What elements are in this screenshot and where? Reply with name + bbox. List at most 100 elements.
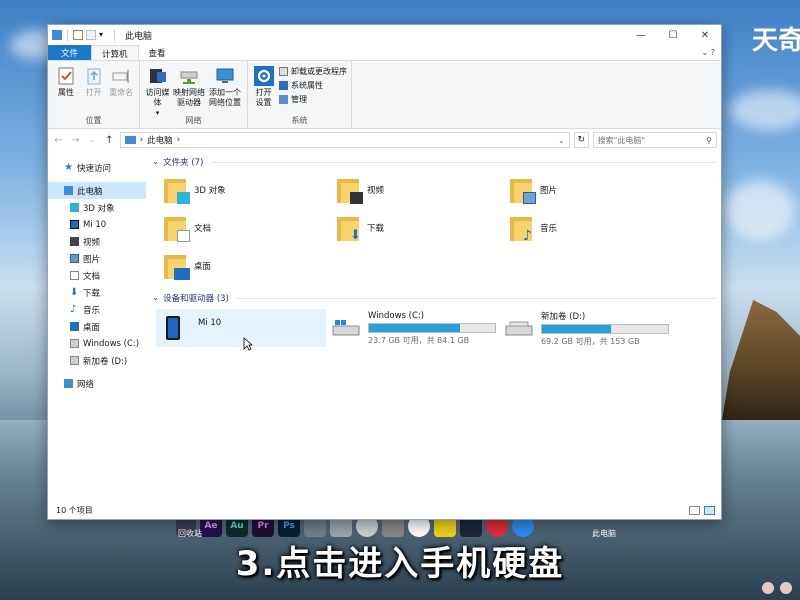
up-arrow-icon[interactable]: ↑: [103, 135, 116, 146]
back-arrow-icon[interactable]: ←: [52, 135, 65, 146]
devices-section-header[interactable]: ⌄ 设备和驱动器 (3): [152, 291, 721, 305]
tiles-view-icon[interactable]: [704, 505, 715, 515]
cube-icon: [177, 192, 190, 204]
folder-videos[interactable]: 视频: [337, 171, 510, 209]
windows-drive-icon: [70, 339, 79, 348]
nav-label: 桌面: [83, 322, 101, 333]
nav-label: 快速访问: [77, 163, 112, 174]
view-toggle: [689, 505, 715, 515]
divider: [236, 297, 715, 299]
folder-desktop[interactable]: 桌面: [164, 247, 337, 285]
details-view-icon[interactable]: [689, 505, 700, 515]
drive-usage-text: 23.7 GB 可用，共 84.1 GB: [368, 335, 470, 345]
nav-documents[interactable]: 文档: [48, 267, 146, 284]
tab-file[interactable]: 文件: [48, 45, 92, 60]
divider: [211, 161, 715, 163]
manage-button[interactable]: 管理: [279, 94, 347, 105]
drive-d[interactable]: 新加卷 (D:) 69.2 GB 可用，共 153 GB: [499, 309, 672, 347]
properties-quick-icon[interactable]: [73, 30, 83, 40]
film-icon: [350, 192, 363, 204]
breadcrumb-chevron-icon[interactable]: ›: [140, 135, 143, 145]
nav-quick-access[interactable]: ★ 快速访问: [48, 159, 146, 176]
nav-network[interactable]: 网络: [48, 375, 146, 392]
nav-label: 3D 对象: [83, 203, 115, 214]
nav-desktop[interactable]: 桌面: [48, 318, 146, 335]
nav-mi10[interactable]: Mi 10: [48, 216, 146, 233]
folder-label: 文档: [194, 224, 212, 234]
divider: [67, 29, 68, 41]
device-mi10[interactable]: Mi 10: [156, 309, 326, 347]
this-pc-icon: [64, 186, 73, 195]
forward-arrow-icon[interactable]: →: [69, 135, 82, 146]
nav-downloads[interactable]: ⬇ 下载: [48, 284, 146, 301]
drive-c[interactable]: Windows (C:) 23.7 GB 可用，共 84.1 GB: [326, 309, 499, 347]
nav-label: 网络: [77, 379, 95, 390]
this-pc-icon: [124, 136, 136, 144]
folder-music[interactable]: ♪ 音乐: [510, 209, 683, 247]
folder-pictures[interactable]: 图片: [510, 171, 683, 209]
folder-3d-objects[interactable]: 3D 对象: [164, 171, 337, 209]
media-icon: [149, 69, 166, 83]
nav-label: 此电脑: [77, 186, 103, 197]
nav-pictures[interactable]: 图片: [48, 250, 146, 267]
tab-view[interactable]: 查看: [139, 45, 176, 60]
search-placeholder: 搜索"此电脑": [597, 135, 646, 145]
network-icon: [64, 379, 73, 388]
rename-label: 重命名: [109, 88, 134, 97]
windows-drive-icon: [332, 320, 360, 336]
folders-section-header[interactable]: ⌄ 文件夹 (7): [152, 155, 721, 169]
folder-label: 下载: [367, 224, 385, 234]
ribbon-toggle-icon[interactable]: ⌄ ?: [702, 48, 716, 60]
nav-this-pc[interactable]: 此电脑: [48, 182, 146, 199]
maximize-button[interactable]: ☐: [657, 25, 689, 45]
ribbon: 属性 打开 重命名 位置 访问媒体 ▾ 映射网络 驱动器 添加一个 网络位置 网…: [48, 61, 721, 129]
system-properties-button[interactable]: 系统属性: [279, 80, 347, 91]
nav-music[interactable]: ♪ 音乐: [48, 301, 146, 318]
network-drive-icon: [180, 71, 198, 84]
nav-label: 文档: [83, 271, 101, 282]
download-arrow-icon: ⬇: [70, 287, 79, 298]
folder-label: 桌面: [194, 262, 212, 272]
folders-header-text: 文件夹 (7): [163, 158, 204, 168]
folder-icon: [164, 177, 190, 204]
tab-computer[interactable]: 计算机: [91, 45, 139, 60]
rename-icon: [112, 70, 129, 83]
cloud-decoration: [730, 90, 800, 130]
drive-name: Windows (C:): [368, 310, 425, 321]
breadcrumb-this-pc[interactable]: 此电脑: [147, 134, 173, 146]
nav-label: 图片: [83, 254, 101, 265]
new-folder-quick-icon[interactable]: [86, 30, 96, 40]
uninstall-program-button[interactable]: 卸载或更改程序: [279, 66, 347, 77]
star-icon: ★: [64, 162, 73, 173]
nav-3d-objects[interactable]: 3D 对象: [48, 199, 146, 216]
nav-label: 下载: [83, 288, 101, 299]
nav-videos[interactable]: 视频: [48, 233, 146, 250]
nav-label: 视频: [83, 237, 101, 248]
folder-downloads[interactable]: ⬇ 下载: [337, 209, 510, 247]
breadcrumb-chevron-icon[interactable]: ›: [177, 135, 180, 145]
this-pc-icon: [52, 30, 62, 40]
search-input[interactable]: 搜索"此电脑" ⚲: [592, 132, 717, 148]
minimize-button[interactable]: —: [625, 25, 657, 45]
nav-drive-c[interactable]: Windows (C:): [48, 335, 146, 352]
ribbon-group-network: 访问媒体 ▾ 映射网络 驱动器 添加一个 网络位置 网络: [140, 61, 248, 128]
nav-drive-d[interactable]: 新加卷 (D:): [48, 352, 146, 369]
address-field[interactable]: › 此电脑 › ⌄: [119, 132, 570, 148]
manage-icon: [279, 95, 288, 104]
folder-documents[interactable]: 文档: [164, 209, 337, 247]
drive-name: 新加卷 (D:): [541, 311, 586, 322]
address-dropdown-icon[interactable]: ⌄: [558, 136, 569, 145]
cube-icon: [70, 203, 79, 212]
folder-icon: ♪: [510, 215, 532, 243]
recent-dropdown-icon[interactable]: ⌄: [86, 136, 99, 144]
drive-usage-bar: [541, 323, 669, 334]
refresh-button[interactable]: ↻: [573, 132, 589, 148]
close-button[interactable]: ✕: [689, 25, 721, 45]
folder-icon: [510, 177, 536, 204]
open-label: 打开: [85, 88, 102, 97]
customize-dropdown-icon[interactable]: ▾: [99, 30, 109, 40]
folder-icon: [164, 253, 190, 280]
music-note-icon: ♪: [70, 304, 77, 315]
folder-label: 图片: [540, 186, 558, 196]
document-icon: [70, 271, 79, 280]
